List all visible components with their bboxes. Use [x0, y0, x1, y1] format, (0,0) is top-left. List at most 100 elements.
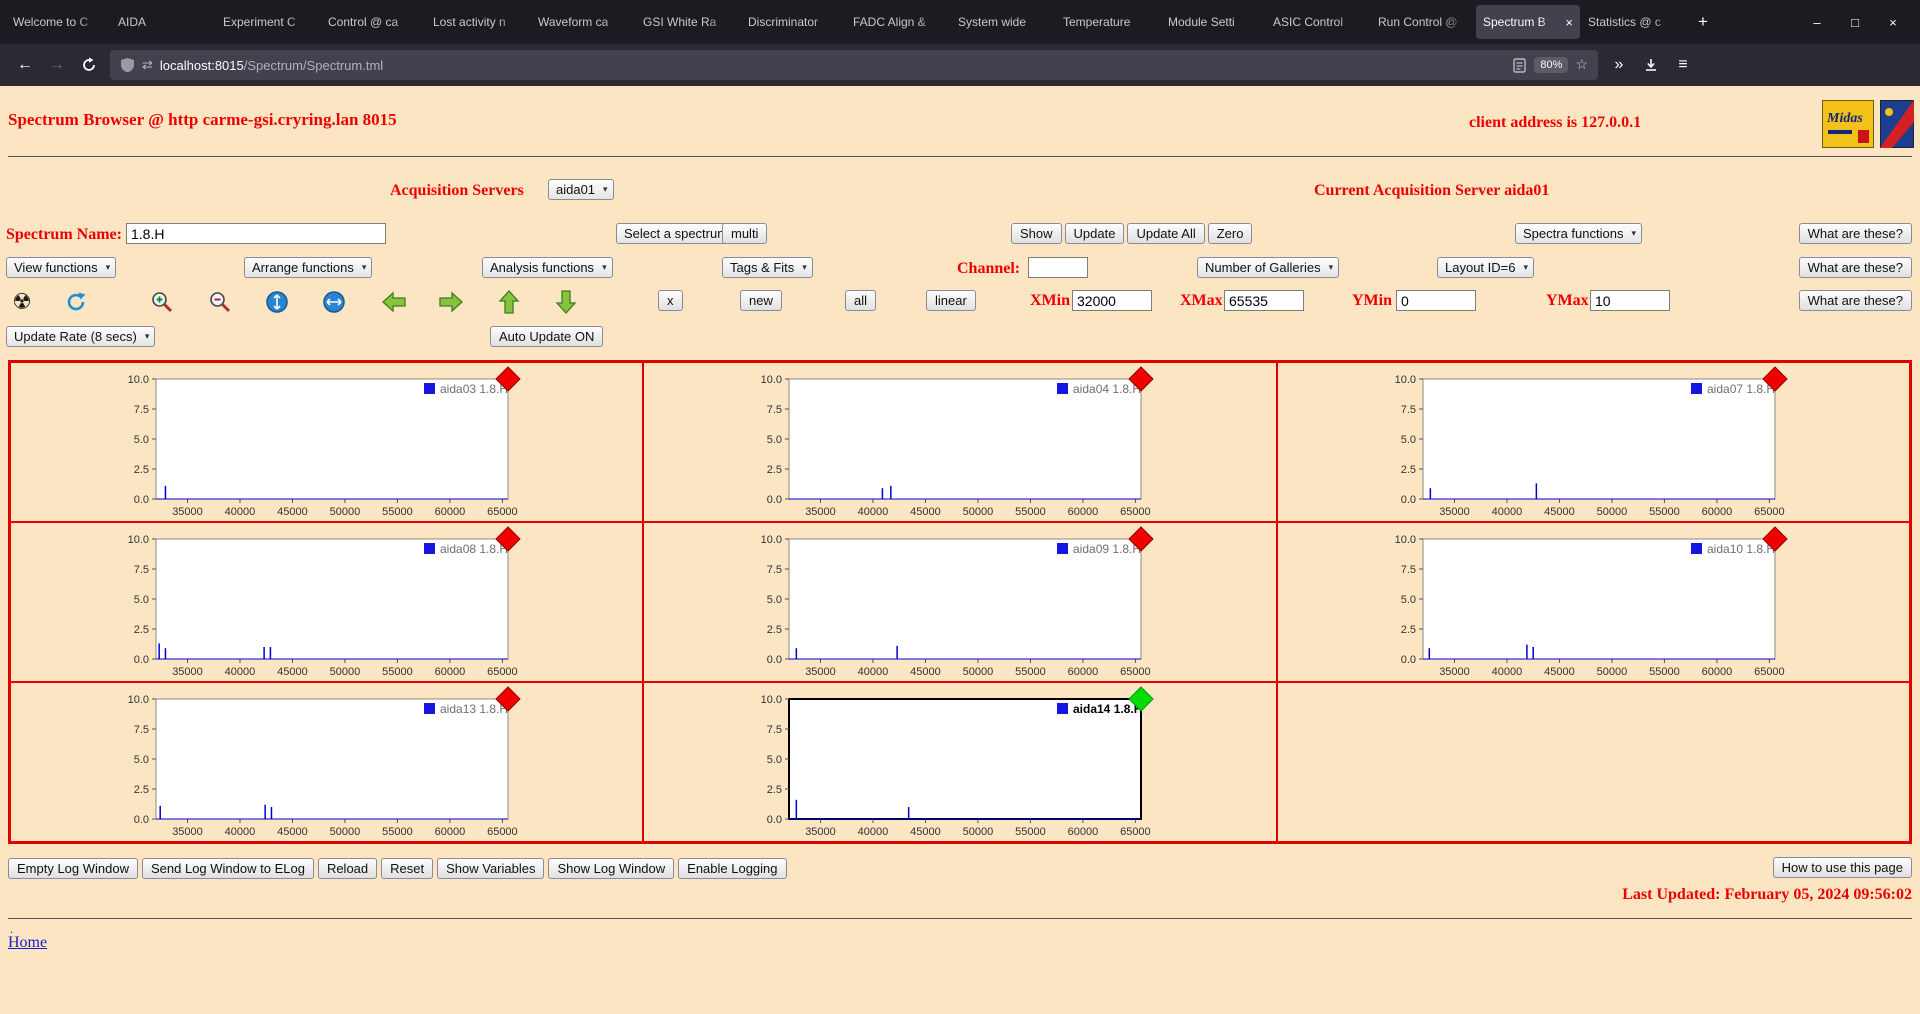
- channel-input[interactable]: [1028, 257, 1088, 278]
- show-button[interactable]: Show: [1011, 223, 1062, 244]
- svg-text:55000: 55000: [382, 506, 413, 518]
- enable-logging-button[interactable]: Enable Logging: [678, 858, 787, 879]
- maximize-button[interactable]: □: [1840, 7, 1870, 37]
- tab-control-ca[interactable]: Control @ ca: [321, 5, 425, 39]
- tab-temperature[interactable]: Temperature: [1056, 5, 1160, 39]
- ymin-input[interactable]: [1396, 290, 1476, 311]
- ymax-input[interactable]: [1590, 290, 1670, 311]
- chevron-down-icon: ▾: [1631, 228, 1636, 238]
- xmax-input[interactable]: [1224, 290, 1304, 311]
- downloads-icon[interactable]: [1636, 50, 1666, 80]
- arrange-functions-select[interactable]: Arrange functions ▾: [244, 257, 373, 278]
- zoom-in-icon[interactable]: [148, 288, 176, 316]
- auto-update-button[interactable]: Auto Update ON: [490, 326, 604, 347]
- x-button[interactable]: x: [658, 290, 683, 311]
- number-of-galleries-select[interactable]: Number of Galleries ▾: [1197, 257, 1340, 278]
- send-log-window-to-elog-button[interactable]: Send Log Window to ELog: [142, 858, 314, 879]
- acquisition-server-select[interactable]: aida01 ▾: [548, 179, 614, 200]
- tab-experiment-c[interactable]: Experiment C: [216, 5, 320, 39]
- arrow-up-icon[interactable]: [495, 288, 523, 316]
- new-button[interactable]: new: [740, 290, 782, 311]
- new-tab-button[interactable]: +: [1686, 8, 1720, 36]
- site-info-icon[interactable]: ⇄: [142, 57, 153, 73]
- zero-button[interactable]: Zero: [1207, 223, 1253, 244]
- menu-icon[interactable]: ≡: [1668, 50, 1698, 80]
- spectrum-chart-aida08[interactable]: 10.0 7.5 5.0 2.5 0.0 35000 40000 45000 50000 5500…: [91, 526, 521, 681]
- spectrum-chart-aida07[interactable]: 10.0 7.5 5.0 2.5 0.0 35000 40000 45000 50000 5500…: [1358, 366, 1788, 521]
- tab-statistics-c[interactable]: Statistics @ c: [1581, 5, 1685, 39]
- update-rate-select[interactable]: Update Rate (8 secs) ▾: [6, 326, 156, 347]
- spectrum-chart-aida04[interactable]: 10.0 7.5 5.0 2.5 0.0 35000 40000 45000 50000 5500…: [724, 366, 1155, 521]
- zoom-out-icon[interactable]: [206, 288, 234, 316]
- reset-button[interactable]: Reset: [381, 858, 434, 879]
- svg-text:35000: 35000: [1439, 666, 1470, 678]
- tab-spectrum-b[interactable]: Spectrum B ×: [1476, 5, 1580, 39]
- svg-text:7.5: 7.5: [134, 404, 149, 416]
- tab-lost-activity-n[interactable]: Lost activity n: [426, 5, 530, 39]
- how-to-use-button[interactable]: How to use this page: [1772, 857, 1912, 878]
- radiation-icon[interactable]: ☢: [8, 288, 36, 316]
- svg-text:50000: 50000: [963, 666, 994, 678]
- empty-log-window-button[interactable]: Empty Log Window: [8, 858, 138, 879]
- chevron-down-icon: ▾: [1523, 262, 1528, 272]
- what-are-these-button-1[interactable]: What are these?: [1798, 223, 1912, 244]
- spectra-functions-select[interactable]: Spectra functions ▾: [1515, 223, 1642, 244]
- tags-fits-select[interactable]: Tags & Fits ▾: [722, 257, 813, 278]
- reload-button[interactable]: Reload: [317, 858, 378, 879]
- tab-fadc-align[interactable]: FADC Align &: [846, 5, 950, 39]
- svg-text:60000: 60000: [1068, 666, 1099, 678]
- spectrum-chart-aida14[interactable]: 10.0 7.5 5.0 2.5 0.0 35000 40000 45000 50000 5500…: [724, 686, 1155, 841]
- spectrum-chart-aida10[interactable]: 10.0 7.5 5.0 2.5 0.0 35000 40000 45000 50000 5500…: [1358, 526, 1788, 681]
- tab-aida[interactable]: AIDA: [111, 5, 215, 39]
- view-functions-select[interactable]: View functions ▾: [6, 257, 117, 278]
- xmin-input[interactable]: [1072, 290, 1152, 311]
- forward-button[interactable]: →: [42, 50, 72, 80]
- tab-module-setti[interactable]: Module Setti: [1161, 5, 1265, 39]
- spectrum-chart-aida13[interactable]: 10.0 7.5 5.0 2.5 0.0 35000 40000 45000 50000 5500…: [91, 686, 521, 841]
- back-button[interactable]: ←: [10, 50, 40, 80]
- multi-button[interactable]: multi: [722, 223, 768, 244]
- ymax-label: YMax: [1546, 292, 1589, 309]
- legend-swatch: [1690, 543, 1702, 554]
- reader-mode-icon[interactable]: [1512, 57, 1527, 73]
- zoom-level-badge[interactable]: 80%: [1534, 57, 1569, 73]
- tab-welcome-to-c[interactable]: Welcome to C: [6, 5, 110, 39]
- tab-gsi-white-ra[interactable]: GSI White Ra: [636, 5, 740, 39]
- toolbar-overflow-icon[interactable]: »: [1604, 50, 1634, 80]
- spectrum-chart-aida09[interactable]: 10.0 7.5 5.0 2.5 0.0 35000 40000 45000 50000 5500…: [724, 526, 1155, 681]
- arrow-down-icon[interactable]: [552, 288, 580, 316]
- show-variables-button[interactable]: Show Variables: [437, 858, 545, 879]
- tracking-protection-icon[interactable]: [120, 57, 135, 73]
- header-divider: [8, 156, 1912, 157]
- close-button[interactable]: ×: [1878, 7, 1908, 37]
- url-bar[interactable]: ⇄ localhost:8015/Spectrum/Spectrum.tml 8…: [110, 50, 1598, 80]
- arrow-left-icon[interactable]: [380, 288, 408, 316]
- reload-button[interactable]: [74, 50, 104, 80]
- zoom-reset-x-icon[interactable]: [320, 288, 348, 316]
- tab-close-icon[interactable]: ×: [1561, 15, 1573, 30]
- all-button[interactable]: all: [845, 290, 877, 311]
- tab-asic-control[interactable]: ASIC Control: [1266, 5, 1370, 39]
- layout-id-select[interactable]: Layout ID=6 ▾: [1437, 257, 1534, 278]
- chevron-down-icon: ▾: [802, 262, 807, 272]
- what-are-these-button-3[interactable]: What are these?: [1798, 290, 1912, 311]
- linear-button[interactable]: linear: [926, 290, 976, 311]
- home-link[interactable]: Home: [8, 934, 47, 952]
- spectrum-chart-aida03[interactable]: 10.0 7.5 5.0 2.5 0.0 35000 40000 45000 50000 5500…: [91, 366, 521, 521]
- tab-discriminator[interactable]: Discriminator: [741, 5, 845, 39]
- spectrum-name-input[interactable]: [126, 223, 386, 244]
- update-button[interactable]: Update: [1064, 223, 1125, 244]
- svg-text:65000: 65000: [1120, 506, 1151, 518]
- what-are-these-button-2[interactable]: What are these?: [1798, 257, 1912, 278]
- tab-waveform-ca[interactable]: Waveform ca: [531, 5, 635, 39]
- analysis-functions-select[interactable]: Analysis functions ▾: [482, 257, 613, 278]
- refresh-icon[interactable]: [62, 288, 90, 316]
- show-log-window-button[interactable]: Show Log Window: [548, 858, 675, 879]
- zoom-reset-y-icon[interactable]: [263, 288, 291, 316]
- tab-system-wide[interactable]: System wide: [951, 5, 1055, 39]
- bookmark-star-icon[interactable]: ☆: [1575, 57, 1588, 74]
- update-all-button[interactable]: Update All: [1127, 223, 1205, 244]
- tab-run-control[interactable]: Run Control @: [1371, 5, 1475, 39]
- minimize-button[interactable]: –: [1802, 7, 1832, 37]
- arrow-right-icon[interactable]: [437, 288, 465, 316]
